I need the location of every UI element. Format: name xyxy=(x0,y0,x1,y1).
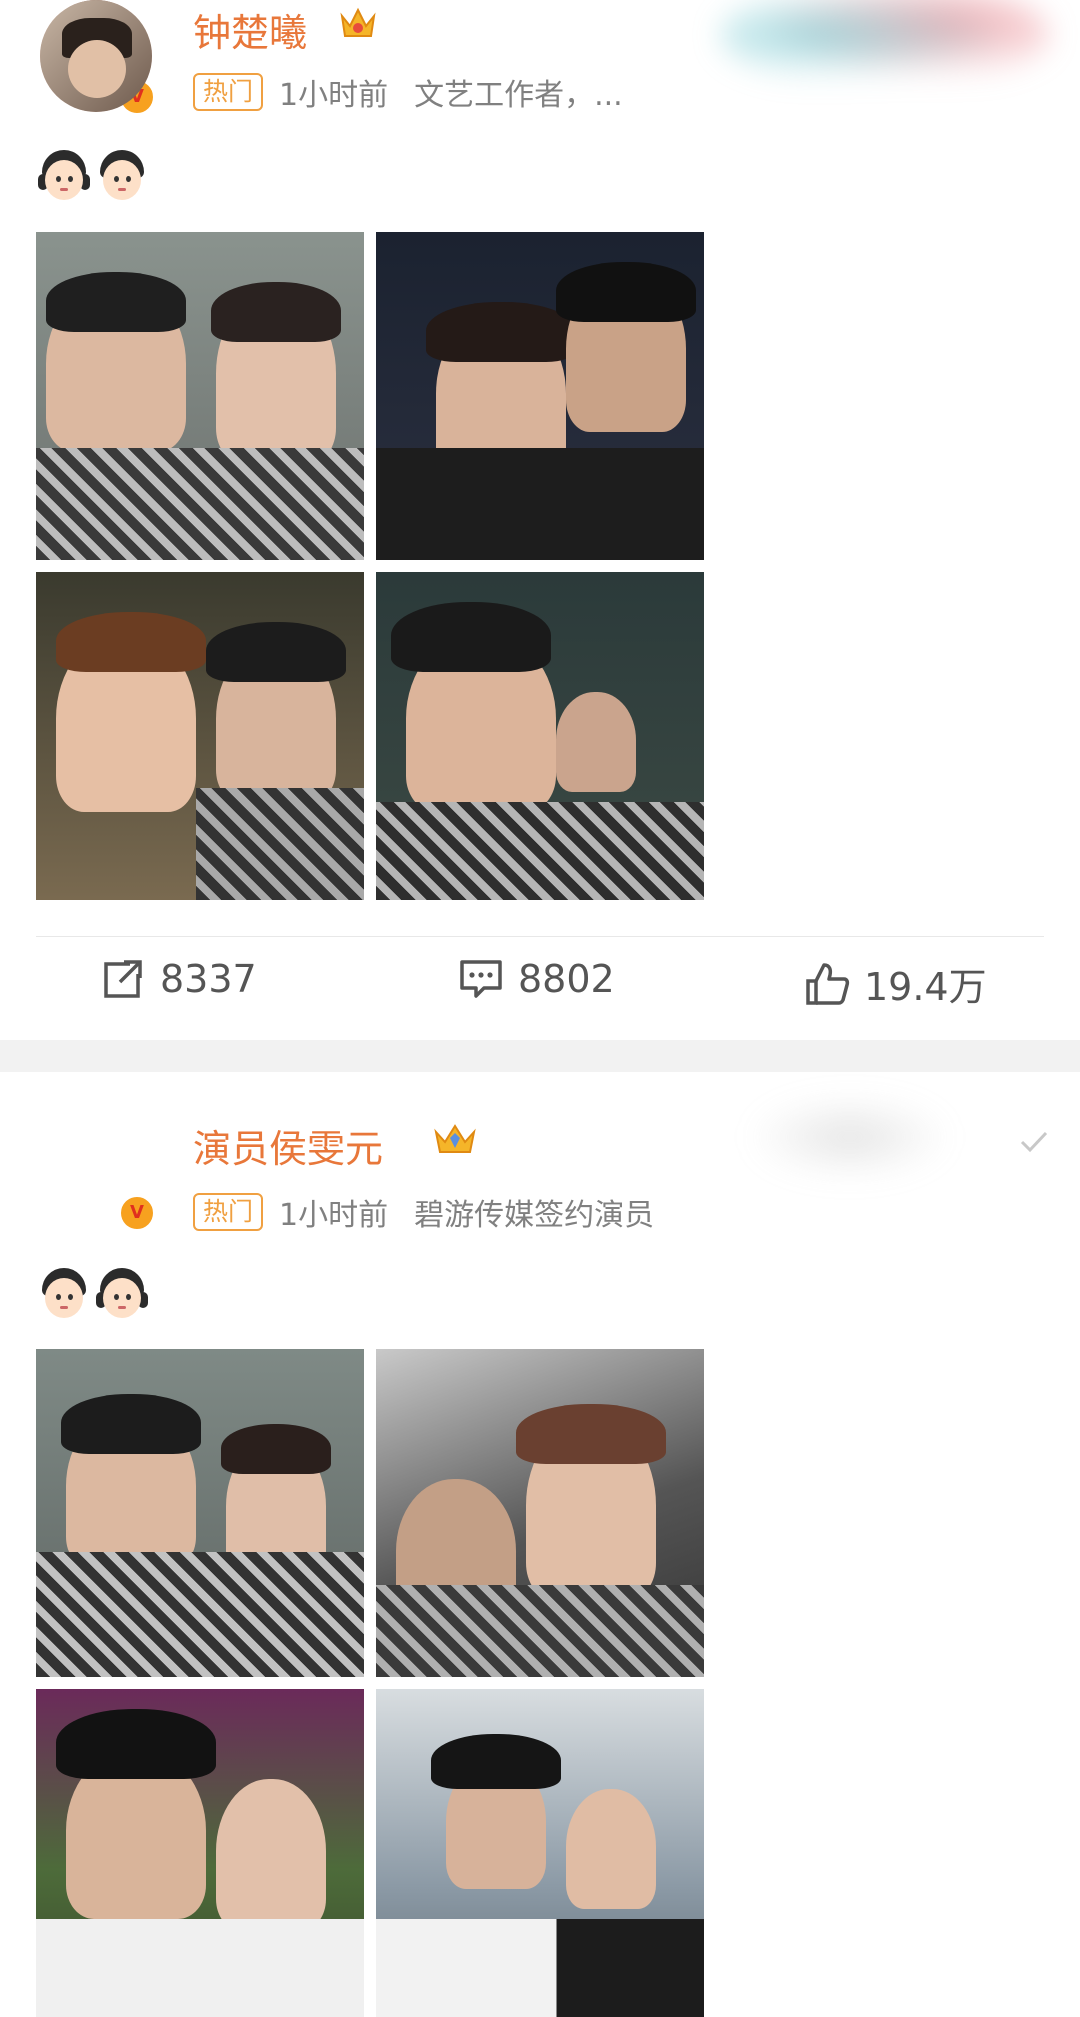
comment-button[interactable]: 8802 xyxy=(458,956,615,1002)
card-background-decoration xyxy=(740,1092,960,1182)
comment-icon xyxy=(460,960,502,998)
author-description: 文艺工作者，... xyxy=(414,78,623,113)
repost-button[interactable]: 8337 xyxy=(100,956,257,1002)
post-card: V 钟楚曦 热门 1小时前 文艺工作者，... 8337 8802 19.4万 xyxy=(0,0,1080,1040)
post-image[interactable] xyxy=(376,232,704,560)
repost-count: 8337 xyxy=(160,957,257,1001)
post-time: 1小时前 xyxy=(279,1198,389,1233)
like-count: 19.4万 xyxy=(864,965,987,1009)
post-image[interactable] xyxy=(376,1689,704,2017)
girl-emoji xyxy=(96,1266,148,1322)
crown-icon xyxy=(340,7,376,37)
like-icon xyxy=(806,962,850,1005)
boy-emoji xyxy=(38,1266,90,1322)
avatar[interactable] xyxy=(40,0,152,112)
hot-tag: 热门 xyxy=(193,1193,264,1231)
post-meta: 热门 1小时前 碧游传媒签约演员 xyxy=(193,1190,654,1234)
post-image[interactable] xyxy=(36,1349,364,1677)
card-background-decoration xyxy=(720,0,1050,90)
post-text xyxy=(38,148,148,204)
comment-count: 8802 xyxy=(518,957,615,1001)
post-image[interactable] xyxy=(376,1349,704,1677)
post-image[interactable] xyxy=(36,572,364,900)
like-button[interactable]: 19.4万 xyxy=(804,956,987,1011)
post-image[interactable] xyxy=(36,1689,364,2017)
author-name[interactable]: 钟楚曦 xyxy=(193,2,307,57)
post-image[interactable] xyxy=(376,572,704,900)
author-name[interactable]: 演员侯雯元 xyxy=(193,1118,383,1173)
post-meta: 热门 1小时前 文艺工作者，... xyxy=(193,70,623,114)
check-icon[interactable] xyxy=(1018,1125,1050,1157)
action-bar: 8337 8802 19.4万 xyxy=(0,956,1080,1026)
hot-tag: 热门 xyxy=(193,73,264,111)
post-time: 1小时前 xyxy=(279,78,389,113)
share-icon xyxy=(104,960,142,998)
post-text xyxy=(38,1266,148,1322)
post-image[interactable] xyxy=(36,232,364,560)
card-separator xyxy=(0,1040,1080,1072)
divider xyxy=(36,936,1044,937)
girl-emoji xyxy=(38,148,90,204)
verified-badge: V xyxy=(118,1194,156,1232)
crown-icon xyxy=(434,1124,476,1153)
boy-emoji xyxy=(96,148,148,204)
author-description: 碧游传媒签约演员 xyxy=(414,1198,655,1233)
